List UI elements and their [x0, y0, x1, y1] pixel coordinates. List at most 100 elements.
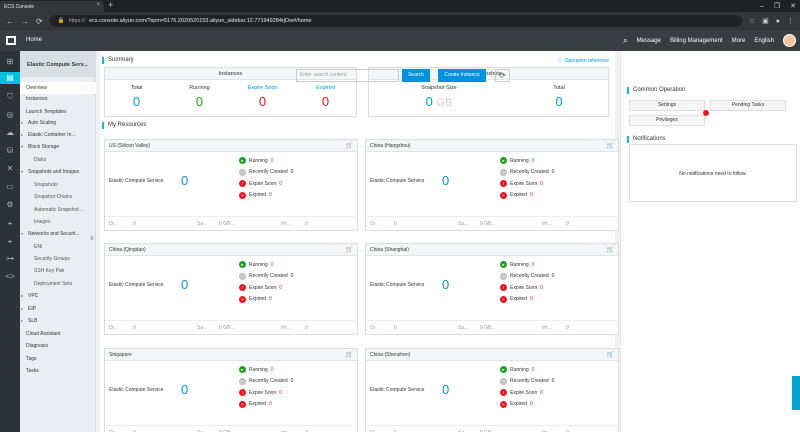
expired-count[interactable]: 0: [269, 401, 272, 407]
menu-dots-icon[interactable]: ⋮: [787, 17, 794, 25]
search-button[interactable]: Search: [402, 69, 430, 82]
recent-count[interactable]: 0: [552, 378, 555, 384]
grid-menu-icon[interactable]: ⊞: [4, 56, 16, 68]
recent-count[interactable]: 0: [291, 169, 294, 175]
running-count[interactable]: 0: [532, 158, 535, 164]
expired-value[interactable]: 0: [294, 94, 357, 109]
cart-icon[interactable]: 🛒: [607, 246, 614, 253]
menu-item[interactable]: ▸ Auto Scaling: [20, 117, 96, 129]
expire-soon-count[interactable]: 0: [540, 181, 543, 187]
create-instance-button[interactable]: Create Instance: [438, 69, 486, 82]
forward-icon[interactable]: →: [21, 17, 29, 26]
collapse-menu-icon[interactable]: ≡: [90, 236, 96, 242]
expire-soon-count[interactable]: 0: [279, 390, 282, 396]
expired-count[interactable]: 0: [530, 401, 533, 407]
ecs-count[interactable]: 0: [442, 277, 449, 292]
hierarchy-icon[interactable]: ⊶: [4, 253, 16, 265]
menu-item[interactable]: Cloud Assistant: [20, 328, 96, 340]
running-count[interactable]: 0: [271, 158, 274, 164]
expire-soon-count[interactable]: 0: [279, 285, 282, 291]
menu-item[interactable]: ▸ SLB: [20, 315, 96, 327]
cart-icon[interactable]: 🛒: [346, 246, 353, 253]
search-icon[interactable]: ⌕: [623, 36, 627, 46]
menu-item[interactable]: Diagnosis: [20, 340, 96, 352]
ecs-count[interactable]: 0: [181, 173, 188, 188]
cart-icon[interactable]: 🛒: [607, 142, 614, 149]
menu-item[interactable]: ▸ Elastic Container In...: [20, 129, 96, 141]
ecs-product-icon[interactable]: ▤: [0, 72, 20, 84]
menu-item[interactable]: Security Groups: [20, 253, 96, 265]
refresh-icon[interactable]: ⟳: [495, 69, 510, 82]
minimize-icon[interactable]: –: [760, 3, 764, 10]
operation-reference-link[interactable]: ⓘ Operation reference: [558, 57, 610, 65]
expired-count[interactable]: 0: [530, 192, 533, 198]
expire-soon-count[interactable]: 0: [279, 181, 282, 187]
avatar[interactable]: [783, 34, 796, 47]
menu-item[interactable]: Instances: [20, 93, 96, 105]
ecs-count[interactable]: 0: [181, 277, 188, 292]
ecs-count[interactable]: 0: [442, 382, 449, 397]
menu-item[interactable]: ▾ Snapshots and Images: [20, 166, 96, 178]
menu-item[interactable]: Tags: [20, 353, 96, 365]
expired-count[interactable]: 0: [530, 296, 533, 302]
language-link[interactable]: English: [754, 38, 774, 44]
cart-icon[interactable]: 🛒: [346, 351, 353, 358]
menu-item[interactable]: Disks: [20, 154, 96, 166]
bucket-icon[interactable]: ◒: [4, 217, 16, 229]
pending-tasks-button[interactable]: Pending Tasks: [710, 100, 786, 111]
close-tab-icon[interactable]: ×: [96, 2, 100, 8]
cloud-icon[interactable]: ☁: [4, 127, 16, 139]
ecs-count[interactable]: 0: [442, 173, 449, 188]
menu-item[interactable]: Snapshots: [20, 179, 96, 191]
recent-count[interactable]: 0: [291, 378, 294, 384]
home-link[interactable]: Home: [26, 37, 42, 43]
expired-label[interactable]: Expired: [294, 85, 357, 91]
maximize-icon[interactable]: ❐: [774, 2, 780, 10]
menu-item[interactable]: Tasks: [20, 365, 96, 377]
reload-icon[interactable]: ⟳: [36, 17, 43, 26]
recent-count[interactable]: 0: [552, 169, 555, 175]
url-field[interactable]: 🔒 https://ecs.console.aliyun.com/?spm=517…: [49, 15, 742, 27]
back-icon[interactable]: ←: [6, 17, 14, 26]
menu-item[interactable]: ▾ Block Storage: [20, 141, 96, 153]
privileges-button[interactable]: Privileges: [629, 115, 705, 126]
billing-link[interactable]: Billing Management: [670, 38, 723, 44]
profile-icon[interactable]: ●: [776, 18, 780, 25]
cart-icon[interactable]: 🛒: [346, 142, 353, 149]
recent-count[interactable]: 0: [291, 273, 294, 279]
aliyun-logo-icon[interactable]: [6, 36, 16, 45]
menu-item[interactable]: Automatic Snapshot ...: [20, 204, 96, 216]
expire-soon-count[interactable]: 0: [540, 390, 543, 396]
running-count[interactable]: 0: [532, 367, 535, 373]
search-input[interactable]: Enter search content: [296, 69, 399, 82]
menu-item[interactable]: ▾ Networks and Securit...: [20, 228, 96, 240]
expired-count[interactable]: 0: [269, 192, 272, 198]
running-count[interactable]: 0: [271, 367, 274, 373]
menu-item[interactable]: Images: [20, 216, 96, 228]
running-value[interactable]: 0: [168, 94, 231, 109]
menu-item[interactable]: ▸ EIP: [20, 303, 96, 315]
ecs-count[interactable]: 0: [181, 382, 188, 397]
total-value[interactable]: 0: [105, 94, 168, 109]
settings-button[interactable]: Settings: [629, 100, 705, 111]
more-link[interactable]: More: [732, 38, 746, 44]
storage-icon[interactable]: ◎: [4, 109, 16, 121]
running-count[interactable]: 0: [532, 262, 535, 268]
close-window-icon[interactable]: ✕: [790, 2, 796, 10]
database-icon[interactable]: ⛁: [4, 145, 16, 157]
expire-soon-count[interactable]: 0: [540, 285, 543, 291]
browser-tab[interactable]: ECS Console ×: [0, 1, 104, 12]
menu-item[interactable]: SSH Key Pair: [20, 265, 96, 277]
expire-soon-value[interactable]: 0: [231, 94, 294, 109]
recent-count[interactable]: 0: [552, 273, 555, 279]
bucket-icon-2[interactable]: ◒: [4, 235, 16, 247]
monitor-icon[interactable]: ▭: [4, 181, 16, 193]
menu-item[interactable]: Deployment Sets: [20, 278, 96, 290]
expire-soon-label[interactable]: Expire Soon: [231, 85, 294, 91]
bookmark-star-icon[interactable]: ☆: [749, 17, 755, 25]
menu-item[interactable]: ENI: [20, 241, 96, 253]
new-tab-icon[interactable]: +: [108, 0, 113, 11]
menu-item[interactable]: Snapshot Chains: [20, 191, 96, 203]
shield-icon[interactable]: ⛉: [4, 91, 16, 103]
code-icon[interactable]: <>: [4, 271, 16, 283]
